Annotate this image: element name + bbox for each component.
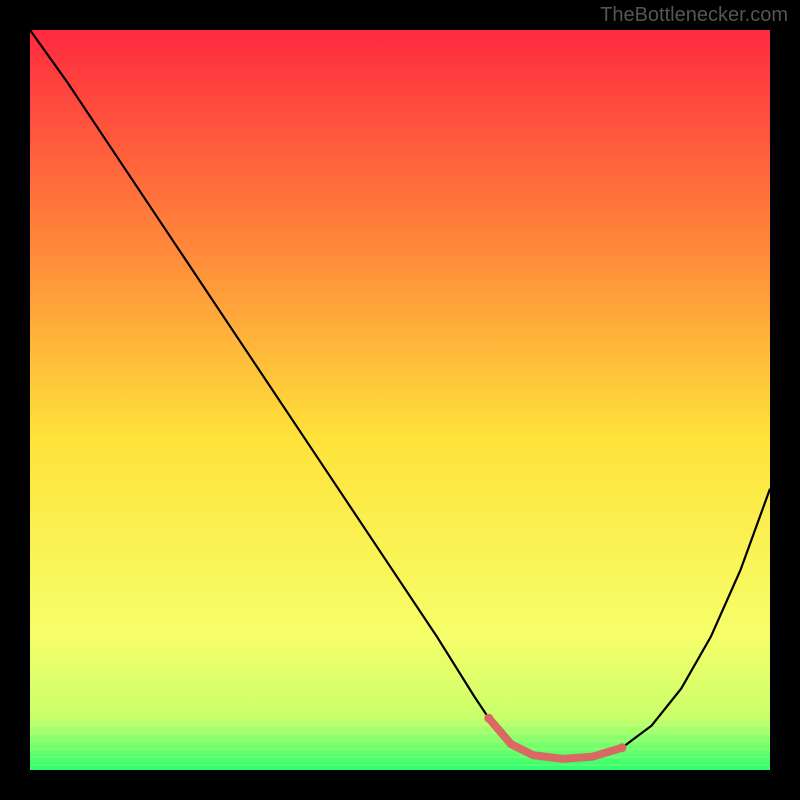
grid-stripe <box>30 756 770 758</box>
optimal-zone-mid2 <box>530 752 536 758</box>
optimal-zone-right <box>618 743 627 752</box>
chart-svg <box>30 30 770 770</box>
grid-stripe <box>30 764 770 766</box>
optimal-zone-mid4 <box>589 754 595 760</box>
grid-stripe <box>30 740 770 742</box>
optimal-zone-mid1 <box>508 741 514 747</box>
grid-stripe <box>30 732 770 734</box>
chart-container: TheBottlenecker.com <box>0 0 800 800</box>
grid-stripe <box>30 724 770 726</box>
optimal-zone-left <box>484 714 493 723</box>
grid-stripe <box>30 748 770 750</box>
watermark-text: TheBottlenecker.com <box>600 4 788 27</box>
plot-area <box>30 30 770 770</box>
chart-background <box>30 30 770 770</box>
optimal-zone-mid3 <box>560 756 566 762</box>
